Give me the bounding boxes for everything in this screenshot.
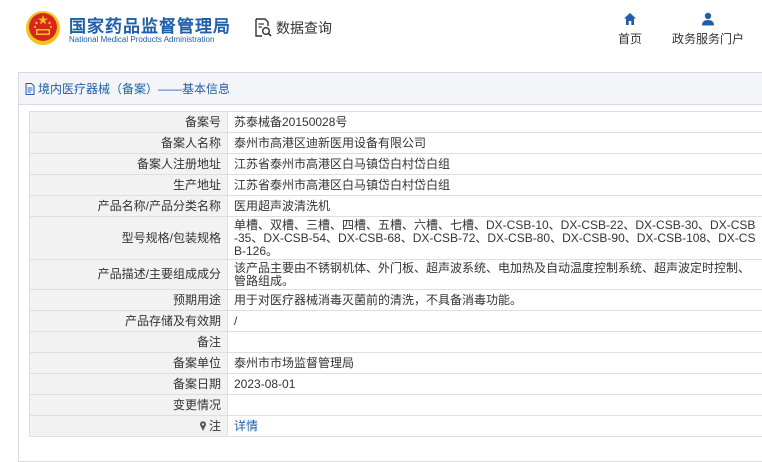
basic-info-panel: 境内医疗器械（备案）——基本信息 备案号 苏泰械备20150028号 备案人名称… bbox=[18, 72, 762, 462]
field-label: 备案人名称 bbox=[29, 132, 228, 154]
field-value: 江苏省泰州市高港区白马镇岱白村岱白组 bbox=[227, 153, 762, 175]
panel-title: 境内医疗器械（备案）——基本信息 bbox=[38, 82, 231, 96]
field-label: 型号规格/包装规格 bbox=[29, 216, 228, 260]
table-row: 型号规格/包装规格 单槽、双槽、三槽、四槽、五槽、六槽、七槽、DX-CSB-10… bbox=[29, 216, 762, 260]
pin-icon bbox=[199, 420, 206, 431]
field-label: 预期用途 bbox=[29, 289, 228, 311]
table-row: 产品名称/产品分类名称 医用超声波清洗机 bbox=[29, 195, 762, 217]
panel-header: 境内医疗器械（备案）——基本信息 bbox=[19, 73, 762, 105]
table-row: 生产地址 江苏省泰州市高港区白马镇岱白村岱白组 bbox=[29, 174, 762, 196]
field-value: 详情 bbox=[227, 415, 762, 437]
national-emblem-icon bbox=[26, 11, 60, 45]
field-value: 苏泰械备20150028号 bbox=[227, 111, 762, 133]
field-value: 医用超声波清洗机 bbox=[227, 195, 762, 217]
brand-title-cn: 国家药品监督管理局 bbox=[69, 17, 231, 36]
field-value: 泰州市高港区迪新医用设备有限公司 bbox=[227, 132, 762, 154]
note-label: 注 bbox=[208, 418, 221, 433]
field-value: / bbox=[227, 310, 762, 332]
home-icon bbox=[624, 13, 636, 25]
field-value: 2023-08-01 bbox=[227, 373, 762, 395]
details-link[interactable]: 详情 bbox=[234, 419, 258, 433]
table-row: 变更情况 bbox=[29, 394, 762, 416]
field-label: 产品存储及有效期 bbox=[29, 310, 228, 332]
table-row: 备案号 苏泰械备20150028号 bbox=[29, 111, 762, 133]
nav-home[interactable]: 首页 bbox=[614, 12, 646, 48]
field-value: 该产品主要由不锈钢机体、外门板、超声波系统、电加热及自动温度控制系统、超声波定时… bbox=[227, 259, 762, 290]
field-label: 产品描述/主要组成成分 bbox=[29, 259, 228, 290]
site-header: 国家药品监督管理局 National Medical Products Admi… bbox=[0, 0, 762, 60]
field-value: 泰州市市场监督管理局 bbox=[227, 352, 762, 374]
table-row: 备注 bbox=[29, 331, 762, 353]
field-label: 变更情况 bbox=[29, 394, 228, 416]
field-label: 产品名称/产品分类名称 bbox=[29, 195, 228, 217]
table-row: 备案人名称 泰州市高港区迪新医用设备有限公司 bbox=[29, 132, 762, 154]
data-query-label: 数据查询 bbox=[276, 20, 332, 36]
field-value: 江苏省泰州市高港区白马镇岱白村岱白组 bbox=[227, 174, 762, 196]
record-info-table: 备案号 苏泰械备20150028号 备案人名称 泰州市高港区迪新医用设备有限公司… bbox=[29, 111, 762, 437]
field-value: 单槽、双槽、三槽、四槽、五槽、六槽、七槽、DX-CSB-10、DX-CSB-22… bbox=[227, 216, 762, 260]
table-row: 注 详情 bbox=[29, 415, 762, 437]
table-row: 备案人注册地址 江苏省泰州市高港区白马镇岱白村岱白组 bbox=[29, 153, 762, 175]
table-row: 预期用途 用于对医疗器械消毒灭菌前的清洗，不具备消毒功能。 bbox=[29, 289, 762, 311]
nav-home-label: 首页 bbox=[617, 32, 642, 46]
table-row: 备案日期 2023-08-01 bbox=[29, 373, 762, 395]
data-query-icon bbox=[255, 18, 272, 37]
table-row: 产品存储及有效期 / bbox=[29, 310, 762, 332]
field-value bbox=[227, 394, 762, 416]
data-query-link[interactable]: 数据查询 bbox=[254, 18, 332, 38]
field-label: 备案号 bbox=[29, 111, 228, 133]
nav-service-portal-label: 政务服务门户 bbox=[671, 32, 744, 46]
table-row: 产品描述/主要组成成分 该产品主要由不锈钢机体、外门板、超声波系统、电加热及自动… bbox=[29, 259, 762, 290]
table-row: 备案单位 泰州市市场监督管理局 bbox=[29, 352, 762, 374]
brand-title-en: National Medical Products Administration bbox=[69, 35, 215, 44]
field-label: 生产地址 bbox=[29, 174, 228, 196]
field-label: 备注 bbox=[29, 331, 228, 353]
field-label-note: 注 bbox=[29, 415, 228, 437]
field-value bbox=[227, 331, 762, 353]
field-value: 用于对医疗器械消毒灭菌前的清洗，不具备消毒功能。 bbox=[227, 289, 762, 311]
user-icon bbox=[702, 12, 714, 26]
nav-service-portal[interactable]: 政务服务门户 bbox=[668, 12, 748, 48]
field-label: 备案人注册地址 bbox=[29, 153, 228, 175]
document-icon bbox=[25, 82, 35, 95]
field-label: 备案单位 bbox=[29, 352, 228, 374]
field-label: 备案日期 bbox=[29, 373, 228, 395]
